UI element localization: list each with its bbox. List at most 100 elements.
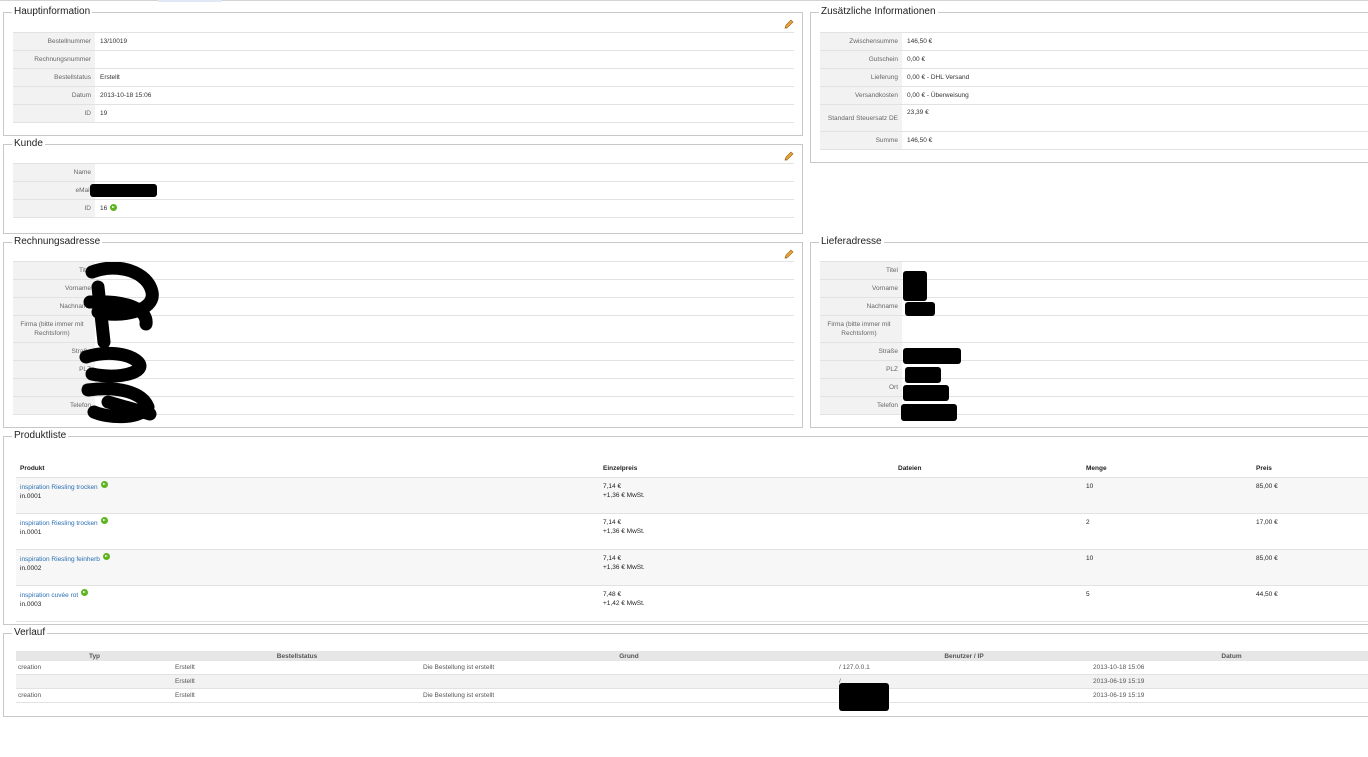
field-label: Firma (bitte immer mit Rechtsform): [820, 316, 902, 342]
quantity-cell: 5: [1082, 585, 1252, 622]
product-sku: in.0001: [20, 493, 42, 500]
history-title: Verlauf: [14, 627, 46, 638]
unit-price-cell: 7,14 € +1,36 € MwSt.: [599, 477, 894, 514]
order-status-value: Erstellt: [100, 74, 120, 81]
extra-info-panel: Zusätzliche Informationen Zwischensumme 1…: [810, 6, 1368, 163]
customer-panel: Kunde Name eMail ID 16: [3, 138, 803, 234]
field-label: ID: [13, 105, 95, 122]
history-header-row: Typ Bestellstatus Grund Benutzer / IP Da…: [16, 651, 1368, 661]
price-cell: 44,50 €: [1252, 585, 1368, 622]
customer-title: Kunde: [14, 138, 43, 149]
history-row: creation Erstellt Die Bestellung ist ers…: [16, 688, 1368, 703]
info-row: ID 16: [13, 200, 794, 218]
active-tab-indicator: [158, 0, 222, 2]
col-header-status[interactable]: Bestellstatus: [173, 651, 421, 661]
history-date: 2013-06-19 15:19: [1091, 688, 1368, 703]
go-arrow-icon[interactable]: [110, 204, 118, 211]
col-header-user-ip[interactable]: Benutzer / IP: [837, 651, 1091, 661]
extra-info-title: Zusätzliche Informationen: [821, 6, 936, 17]
unit-price: 7,14 €: [603, 555, 622, 562]
history-panel: Verlauf Typ Bestellstatus Grund Benutzer…: [3, 627, 1368, 717]
col-header-date[interactable]: Datum: [1091, 651, 1368, 661]
tax-value: 23,39 €: [907, 109, 929, 116]
product-list-panel: Produktliste Produkt Einzelpreis Dateien…: [3, 430, 1368, 625]
col-header-files[interactable]: Dateien: [894, 459, 1082, 478]
edit-icon[interactable]: [784, 249, 794, 259]
edit-icon[interactable]: [784, 19, 794, 29]
redaction-mark: [901, 404, 957, 421]
history-type: creation: [16, 661, 173, 675]
redaction-mark: [839, 683, 889, 711]
billing-address-panel: Rechnungsadresse Titel Vorname Nachname …: [3, 236, 803, 428]
unit-price-cell: 7,14 € +1,36 € MwSt.: [599, 513, 894, 550]
field-label: Titel: [820, 262, 902, 279]
field-label: Bestellstatus: [13, 69, 95, 86]
history-status: Erstellt: [173, 688, 421, 703]
billing-company-value: [95, 316, 794, 342]
shipping-lastname-value: [902, 298, 1368, 315]
go-arrow-icon[interactable]: [81, 589, 89, 596]
info-row: Zwischensumme 146,50 €: [820, 33, 1368, 51]
history-date: 2013-10-18 15:06: [1091, 661, 1368, 675]
history-reason: [421, 674, 837, 689]
product-link[interactable]: inspiration cuvée rot: [20, 592, 78, 599]
main-info-panel: Hauptinformation Bestellnummer 13/10019 R…: [3, 6, 803, 136]
shipping-zip-value: [902, 361, 1368, 378]
main-info-title: Hauptinformation: [14, 6, 91, 17]
go-arrow-icon[interactable]: [102, 553, 110, 560]
col-header-reason[interactable]: Grund: [421, 651, 837, 661]
unit-price-cell: 7,48 € +1,42 € MwSt.: [599, 585, 894, 622]
product-row: inspiration Riesling trocken in.0001 7,14…: [16, 477, 1368, 514]
billing-city-value: [95, 379, 794, 396]
files-cell: [894, 585, 1082, 622]
info-row: Versandkosten 0,00 € - Überweisung: [820, 87, 1368, 105]
field-label: Versandkosten: [820, 87, 902, 104]
product-list-title: Produktliste: [14, 430, 67, 441]
product-sku: in.0003: [20, 601, 42, 608]
main-info-table: Bestellnummer 13/10019 Rechnungsnummer Be…: [13, 32, 794, 123]
field-label: Vorname: [820, 280, 902, 297]
voucher-value: 0,00 €: [907, 56, 926, 63]
col-header-price[interactable]: Preis: [1252, 459, 1368, 478]
col-header-unit-price[interactable]: Einzelpreis: [599, 459, 894, 478]
price-cell: 85,00 €: [1252, 549, 1368, 586]
field-label: ID: [13, 200, 95, 217]
field-label: Nachname: [820, 298, 902, 315]
files-cell: [894, 513, 1082, 550]
go-arrow-icon[interactable]: [100, 481, 108, 488]
history-status: Erstellt: [173, 661, 421, 675]
info-row: Name: [13, 164, 794, 182]
shipping-firstname-value: [902, 280, 1368, 297]
info-row: Firma (bitte immer mit Rechtsform): [820, 316, 1368, 343]
col-header-product[interactable]: Produkt: [16, 459, 599, 478]
product-header-row: Produkt Einzelpreis Dateien Menge Preis: [16, 459, 1368, 478]
unit-price: 7,14 €: [603, 519, 622, 526]
field-label: Gutschein: [820, 51, 902, 68]
product-cell: inspiration Riesling trocken in.0001: [16, 477, 599, 514]
product-link[interactable]: inspiration Riesling trocken: [20, 520, 98, 527]
product-cell: inspiration Riesling trocken in.0001: [16, 513, 599, 550]
col-header-type[interactable]: Typ: [16, 651, 173, 661]
customer-email-value: [95, 182, 794, 199]
billing-firstname-value: [95, 280, 794, 297]
history-date: 2013-06-19 15:19: [1091, 674, 1368, 689]
edit-icon[interactable]: [784, 151, 794, 161]
go-arrow-icon[interactable]: [100, 517, 108, 524]
info-row: Rechnungsnummer: [13, 51, 794, 69]
product-row: inspiration cuvée rot in.0003 7,48 € +1,42…: [16, 585, 1368, 622]
col-header-quantity[interactable]: Menge: [1082, 459, 1252, 478]
info-row: Datum 2013-10-18 15:06: [13, 87, 794, 105]
history-reason: Die Bestellung ist erstellt: [421, 661, 837, 675]
tax-amount: +1,36 € MwSt.: [603, 528, 645, 535]
order-number-value: 13/10019: [100, 38, 128, 45]
delivery-value: 0,00 € - DHL Versand: [907, 74, 970, 81]
product-link[interactable]: inspiration Riesling feinherb: [20, 556, 100, 563]
product-sku: in.0001: [20, 529, 42, 536]
history-row: Erstellt / 2013-06-19 15:19: [16, 674, 1368, 689]
info-row: Bestellstatus Erstellt: [13, 69, 794, 87]
redaction-mark: [903, 385, 949, 401]
field-label: PLZ: [820, 361, 902, 378]
tax-amount: +1,36 € MwSt.: [603, 564, 645, 571]
customer-name-value: [95, 164, 794, 181]
product-link[interactable]: inspiration Riesling trocken: [20, 484, 98, 491]
